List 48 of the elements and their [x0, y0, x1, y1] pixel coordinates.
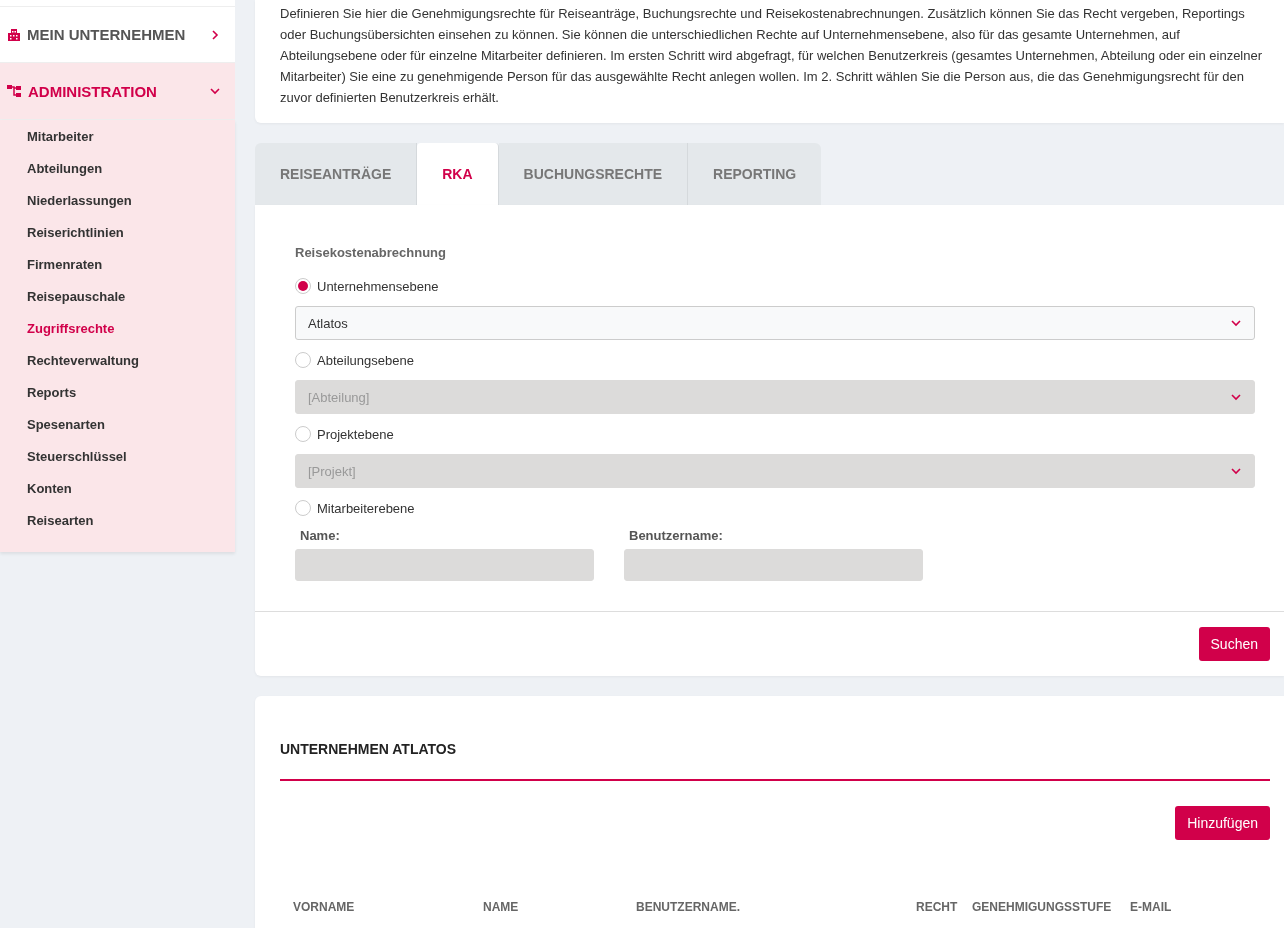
radio-icon[interactable]: [295, 500, 311, 516]
column-header: RECHT: [916, 900, 959, 914]
sidebar-item[interactable]: Reports: [27, 376, 235, 408]
building-icon: [7, 27, 21, 42]
sidebar-item[interactable]: Reisearten: [27, 504, 235, 536]
column-header: BENUTZERNAME.: [636, 900, 741, 914]
sidebar-item[interactable]: Spesenarten: [27, 408, 235, 440]
dropdown-field[interactable]: Atlatos: [295, 306, 1255, 340]
sidebar-item[interactable]: Reiserichtlinien: [27, 216, 235, 248]
chevron-icon: [1230, 317, 1242, 329]
hierarchy-icon: [7, 84, 22, 98]
radio-label: Projektebene: [317, 426, 394, 442]
search-button[interactable]: Suchen: [1198, 627, 1270, 661]
radio-label: Mitarbeiterebene: [317, 500, 415, 516]
section-title: UNTERNEHMEN ATLATOS: [280, 741, 1270, 781]
sidebar-item[interactable]: Konten: [27, 472, 235, 504]
column-header: NAME: [483, 900, 520, 914]
sidebar-item[interactable]: Niederlassungen: [27, 184, 235, 216]
chevron-icon: [209, 28, 221, 41]
sidebar-section-header[interactable]: MEIN UNTERNEHMEN: [0, 7, 235, 63]
radio-icon[interactable]: [295, 278, 311, 294]
radio-option[interactable]: Mitarbeiterebene: [295, 496, 1255, 520]
sidebar-item[interactable]: Abteilungen: [27, 152, 235, 184]
tab[interactable]: RKA: [417, 143, 499, 205]
chevron-icon: [1230, 391, 1242, 403]
sidebar-item[interactable]: Firmenraten: [27, 248, 235, 280]
sidebar-item[interactable]: Rechteverwaltung: [27, 344, 235, 376]
column-header: E-MAIL: [1130, 900, 1173, 914]
field-label: Benutzername:: [628, 528, 724, 543]
chevron-icon: [1230, 465, 1242, 477]
radio-option[interactable]: Unternehmensebene: [295, 274, 1255, 298]
tab[interactable]: REPORTING: [688, 143, 822, 205]
column-header: GENEHMIGUNGSSTUFE: [972, 900, 1113, 914]
tab[interactable]: BUCHUNGSRECHTE: [498, 143, 689, 205]
tab[interactable]: REISEANTRÄGE: [255, 143, 418, 205]
chevron-icon: [209, 85, 221, 97]
sidebar-item[interactable]: Zugriffsrechte: [27, 312, 235, 344]
sidebar-section-header[interactable]: ADMINISTRATION: [0, 63, 235, 120]
sidebar-item[interactable]: Steuerschlüssel: [27, 440, 235, 472]
add-button[interactable]: Hinzufügen: [1175, 806, 1270, 840]
intro-text: Definieren Sie hier die Genehmigungsrechte für Reiseanträge, Buchungsrechte und Reisekostenabrechnungen. Zusätzlich können Sie das Recht vergeben, Reportings oder Buchungsübersichten einsehen zu können. Sie können die unterschiedlichen Rechte auf Unternehmensebene, also für das gesamte Unternehmen, auf Abteilungsebene oder für einzelne Mitarbeiter definieren. Im ersten Schritt wird abgefragt, für welchen Benutzerkreis (gesamtes Unternehmen, Abteilung oder ein einzelner Mitarbeiter) Sie eine zu genehmigende Person für das ausgewählte Recht anlegen wollen. Im 2. Schritt wählen Sie die Person aus, die das Genehmigungsrecht für den zuvor definierten Benutzerkreis erhält.: [279, 5, 1264, 107]
sidebar-item[interactable]: Mitarbeiter: [27, 120, 235, 152]
sidebar-item[interactable]: Reisepauschale: [27, 280, 235, 312]
column-header: VORNAME: [293, 900, 356, 914]
radio-label: Unternehmensebene: [317, 278, 439, 294]
field-label: Name:: [299, 528, 341, 543]
radio-label: Abteilungsebene: [317, 352, 414, 368]
form-title: Reisekostenabrechnung: [295, 245, 447, 260]
